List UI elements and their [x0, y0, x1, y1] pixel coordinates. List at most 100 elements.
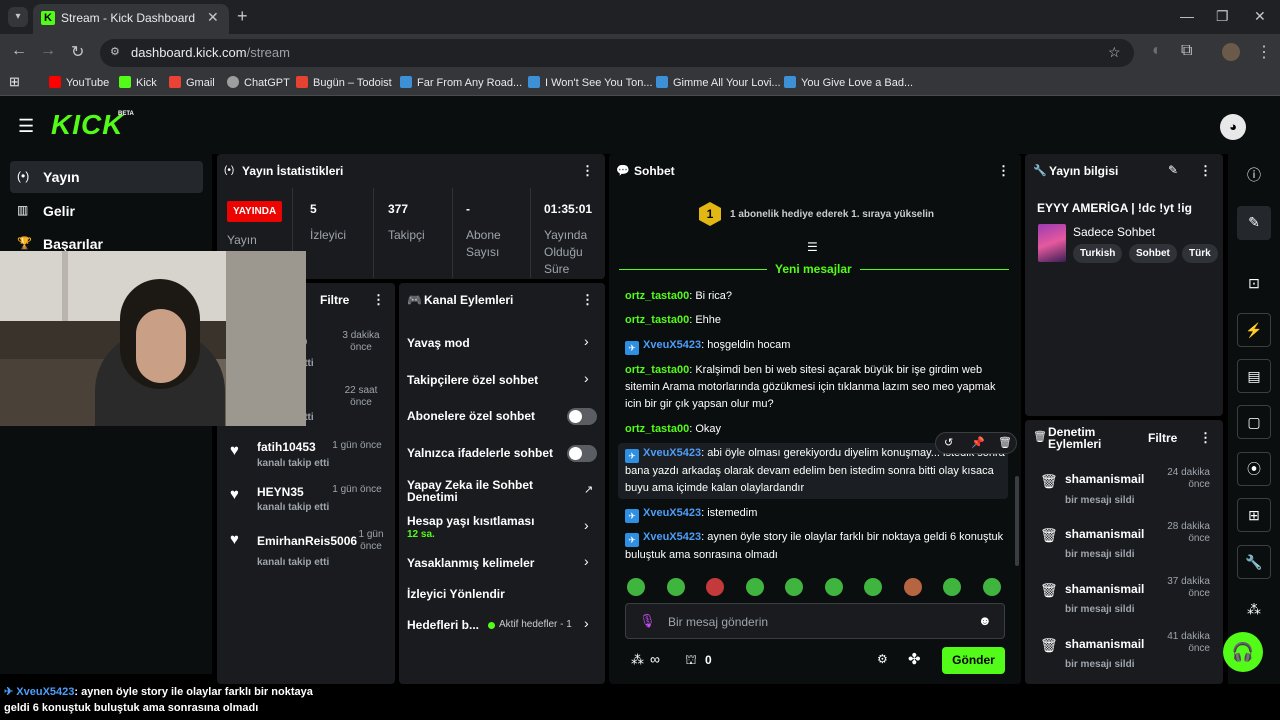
emote-icon[interactable] — [864, 578, 882, 596]
followers-filter-button[interactable]: Filtre — [320, 293, 349, 307]
bookmark-youtube[interactable]: YouTube — [49, 76, 109, 89]
tab-close-icon[interactable]: ✕ — [207, 9, 219, 26]
emote-icon[interactable] — [785, 578, 803, 596]
emote-icon[interactable] — [745, 578, 764, 596]
mod-user[interactable]: shamanismail — [1065, 582, 1144, 596]
chat-input[interactable]: 🎙 Bir mesaj gönderin ☻ — [625, 603, 1005, 639]
gift-prompt[interactable]: 1 abonelik hediye ederek 1. sıraya yükse… — [730, 209, 934, 220]
maximize-icon[interactable]: ❐ — [1216, 8, 1229, 25]
browser-menu-icon[interactable]: ⋮ — [1256, 42, 1272, 62]
emote-icon[interactable] — [706, 578, 724, 596]
emote-icon[interactable] — [627, 578, 645, 596]
new-messages-label[interactable]: Yeni mesajlar — [767, 262, 860, 276]
mod-user[interactable]: shamanismail — [1065, 472, 1144, 486]
chat-username[interactable]: XveuX5423 — [643, 447, 701, 459]
channel-actions-menu-icon[interactable]: ⋮ — [581, 292, 594, 308]
chat-menu-icon[interactable]: ⋮ — [997, 163, 1010, 179]
address-bar[interactable]: ⚙ dashboard.kick.com/stream ☆ — [100, 39, 1134, 67]
mod-menu-icon[interactable]: ⋮ — [1199, 430, 1212, 446]
moderator-icon[interactable]: ⊞ — [1237, 498, 1271, 532]
goals-row[interactable]: Hedefleri b... Aktif hedefler - 1 › — [399, 615, 605, 637]
lightning-icon[interactable]: ⚡ — [1237, 313, 1271, 347]
chat-username[interactable]: ortz_tasta00 — [625, 423, 689, 435]
extension-icon[interactable]: ◐ — [1152, 42, 1162, 60]
minimize-icon[interactable]: — — [1180, 8, 1194, 24]
chat-bubble-icon[interactable]: ▢ — [1237, 405, 1271, 439]
sidebar-item-yayin[interactable]: (•) Yayın — [10, 161, 203, 193]
pin-icon[interactable]: 📌 — [971, 436, 985, 449]
sidebar-item-gelir[interactable]: ▥ Gelir — [10, 195, 203, 227]
browser-tab[interactable]: K Stream - Kick Dashboard ✕ — [33, 4, 229, 34]
kick-logo[interactable]: KICK — [51, 109, 123, 141]
bookmark-song-1[interactable]: Far From Any Road... — [400, 76, 522, 89]
bookmark-gmail[interactable]: Gmail — [169, 76, 215, 89]
raid-row[interactable]: İzleyici Yönlendir — [399, 584, 605, 606]
apps-grid-icon[interactable]: ⊞ — [9, 74, 20, 90]
emote-icon[interactable] — [943, 578, 961, 596]
chat-username[interactable]: XveuX5423 — [643, 531, 701, 543]
info-icon[interactable]: ⓘ — [1237, 160, 1271, 190]
send-button[interactable]: Gönder — [942, 647, 1005, 674]
emote-icon[interactable] — [666, 578, 685, 596]
ai-moderation-row[interactable]: Yapay Zeka ile Sohbet Denetimi ↗ — [399, 477, 605, 505]
broadcast-icon[interactable]: ⦿ — [1237, 452, 1271, 486]
stats-menu-icon[interactable]: ⋮ — [581, 163, 594, 179]
stream-info-menu-icon[interactable]: ⋮ — [1199, 163, 1212, 179]
pinned-filter-icon[interactable]: ☰ — [807, 240, 818, 254]
chat-settings-icon[interactable]: ⚙ — [877, 652, 888, 666]
channel-points-value[interactable]: ∞ — [650, 651, 660, 667]
bookmark-kick[interactable]: Kick — [119, 76, 157, 89]
edit-pencil-icon[interactable]: ✎ — [1168, 163, 1178, 177]
tag-chip[interactable]: Türk — [1182, 244, 1218, 263]
bookmark-chatgpt[interactable]: ChatGPT — [227, 76, 290, 89]
emote-only-toggle[interactable] — [567, 445, 597, 462]
notes-icon[interactable]: ▤ — [1237, 359, 1271, 393]
mod-user[interactable]: shamanismail — [1065, 527, 1144, 541]
tab-list-chevron-icon[interactable]: ▾ — [8, 7, 28, 27]
back-icon[interactable]: ← — [11, 42, 27, 60]
mod-user[interactable]: shamanismail — [1065, 637, 1144, 651]
microphone-icon[interactable]: 🎙 — [639, 613, 656, 629]
delete-icon[interactable]: 🗑 — [998, 436, 1012, 449]
followers-menu-icon[interactable]: ⋮ — [372, 292, 385, 308]
reply-icon[interactable]: ↺ — [944, 436, 953, 449]
slow-mode-row[interactable]: Yavaş mod › — [399, 333, 605, 355]
bookmark-song-2[interactable]: I Won't See You Ton... — [528, 76, 653, 89]
chat-username[interactable]: ortz_tasta00 — [625, 364, 689, 376]
forward-icon[interactable]: → — [40, 42, 56, 60]
screenshot-icon[interactable]: ⊡ — [1237, 268, 1271, 298]
support-headset-icon[interactable]: 🎧 — [1223, 632, 1263, 672]
category-thumbnail[interactable] — [1038, 224, 1066, 262]
bookmark-todoist[interactable]: Bugün – Todoist — [296, 76, 392, 89]
emote-icon[interactable] — [903, 578, 922, 596]
tag-chip[interactable]: Turkish — [1073, 244, 1123, 263]
chat-username[interactable]: XveuX5423 — [643, 507, 701, 519]
account-age-row[interactable]: Hesap yaşı kısıtlaması 12 sa. › — [399, 513, 605, 543]
new-tab-icon[interactable]: + — [237, 6, 248, 27]
profile-avatar[interactable] — [1222, 43, 1240, 61]
emote-icon[interactable] — [982, 578, 1001, 596]
tag-chip[interactable]: Sohbet — [1129, 244, 1177, 263]
edit-pencil-icon[interactable]: ✎ — [1237, 206, 1271, 240]
followers-only-row[interactable]: Takipçilere özel sohbet › — [399, 370, 605, 392]
category-name[interactable]: Sadece Sohbet — [1073, 225, 1155, 239]
extensions-puzzle-icon[interactable]: ⧉ — [1181, 42, 1192, 60]
channel-points-icon[interactable]: ⁂ — [1237, 594, 1271, 624]
window-close-icon[interactable]: ✕ — [1254, 8, 1266, 25]
hamburger-menu-icon[interactable]: ☰ — [18, 116, 34, 137]
emoji-picker-icon[interactable]: ☻ — [978, 613, 992, 628]
bookmark-song-4[interactable]: You Give Love a Bad... — [784, 76, 913, 89]
chat-username[interactable]: ortz_tasta00 — [625, 290, 689, 302]
banned-words-row[interactable]: Yasaklanmış kelimeler › — [399, 553, 605, 575]
bookmark-song-3[interactable]: Gimme All Your Lovi... — [656, 76, 781, 89]
subscribers-only-toggle[interactable] — [567, 408, 597, 425]
user-avatar[interactable]: ◕ — [1220, 114, 1246, 140]
wrench-icon[interactable]: 🔧 — [1237, 545, 1271, 579]
bookmark-star-icon[interactable]: ☆ — [1108, 44, 1121, 61]
mod-filter-button[interactable]: Filtre — [1148, 431, 1177, 445]
chat-scrollbar[interactable] — [1015, 476, 1019, 566]
site-info-icon[interactable]: ⚙ — [110, 45, 120, 58]
gift-count[interactable]: 0 — [705, 653, 712, 667]
chat-username[interactable]: ortz_tasta00 — [625, 314, 689, 326]
puzzle-icon[interactable]: ✤ — [908, 650, 921, 668]
